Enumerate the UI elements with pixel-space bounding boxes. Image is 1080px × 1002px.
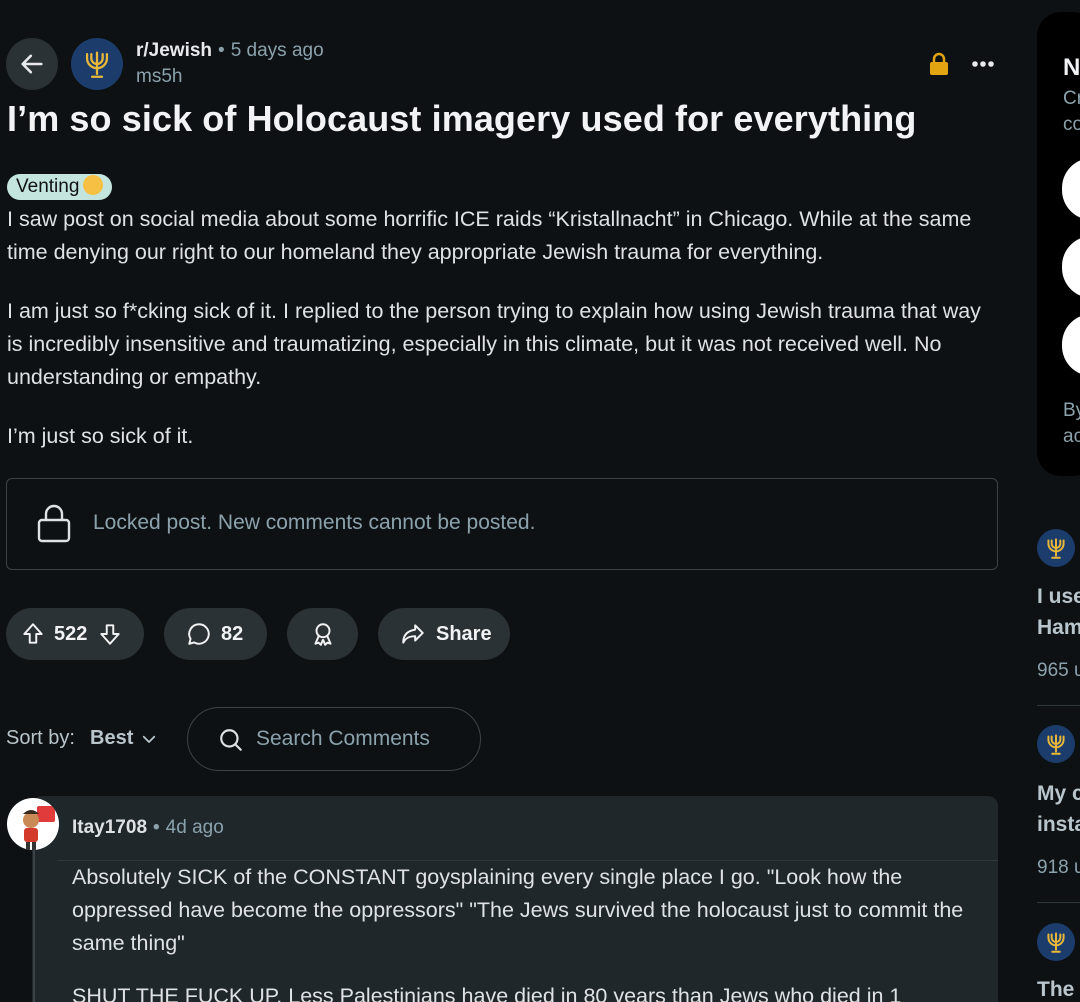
- comment-author: Itay1708 • 4d ago: [72, 817, 224, 838]
- comment-count: 82: [221, 622, 244, 645]
- related-subreddit-avatar[interactable]: [1037, 529, 1075, 567]
- post-title: I’m so sick of Holocaust imagery used fo…: [7, 98, 917, 139]
- sidebar-card-text: ac: [1063, 426, 1080, 447]
- back-arrow-icon: [21, 54, 43, 74]
- sidebar-card-title: N: [1063, 54, 1080, 81]
- more-icon: [972, 61, 994, 67]
- upvote-icon[interactable]: [20, 621, 46, 647]
- sidebar-card-button[interactable]: [1062, 158, 1080, 220]
- menorah-icon: [1047, 932, 1065, 953]
- related-subreddit-avatar[interactable]: [1037, 725, 1075, 763]
- more-options-button[interactable]: [970, 54, 996, 79]
- menorah-icon: [1047, 538, 1065, 559]
- post-time: 5 days ago: [230, 40, 324, 61]
- divider: [1037, 705, 1080, 706]
- locked-message: Locked post. New comments cannot be post…: [93, 511, 536, 534]
- subreddit-meta: r/Jewish • 5 days ago: [136, 40, 324, 61]
- chevron-down-icon[interactable]: [140, 730, 158, 748]
- avatar[interactable]: [7, 798, 59, 850]
- related-subreddit-avatar[interactable]: [1037, 923, 1075, 961]
- angry-face-icon: [83, 175, 104, 195]
- award-icon: [313, 623, 332, 646]
- related-post-title[interactable]: My c: [1037, 779, 1080, 809]
- divider: [1037, 902, 1080, 903]
- search-placeholder: Search Comments: [256, 727, 430, 750]
- sidebar-card-button[interactable]: [1062, 236, 1080, 298]
- menorah-icon: [1047, 734, 1065, 755]
- share-icon: [402, 624, 424, 644]
- search-icon: [220, 729, 242, 751]
- sort-label: Sort by:: [6, 727, 75, 749]
- related-post-title[interactable]: I use: [1037, 582, 1080, 612]
- comments-button[interactable]: 82: [164, 608, 267, 660]
- post-body: I saw post on social media about some ho…: [7, 203, 997, 479]
- related-post-meta: 965 u: [1037, 660, 1080, 681]
- comment-paragraph: SHUT THE FUCK UP. Less Palestinians have…: [72, 984, 902, 1002]
- flair-label: Venting: [16, 176, 80, 197]
- related-post-meta: 918 u: [1037, 857, 1080, 878]
- post-author[interactable]: ms5h: [136, 66, 182, 88]
- post-paragraph: I am just so f*cking sick of it. I repli…: [7, 299, 981, 389]
- post-paragraph: I’m just so sick of it.: [7, 424, 194, 448]
- comment-icon: [188, 623, 210, 645]
- post-flair[interactable]: Venting: [7, 174, 113, 200]
- share-button[interactable]: Share: [378, 608, 510, 660]
- award-button[interactable]: [287, 608, 358, 660]
- sidebar-card: N Cr co By ac: [1037, 12, 1080, 476]
- subreddit-name[interactable]: r/Jewish: [136, 40, 212, 61]
- comment-time: 4d ago: [165, 817, 224, 838]
- back-button[interactable]: [6, 38, 58, 90]
- comment-paragraph: Absolutely SICK of the CONSTANT goysplai…: [72, 865, 964, 955]
- locked-notice: Locked post. New comments cannot be post…: [6, 478, 998, 570]
- related-post-title[interactable]: The: [1037, 975, 1074, 1002]
- sidebar-card-button[interactable]: [1062, 314, 1080, 376]
- downvote-icon[interactable]: [97, 621, 123, 647]
- share-label: Share: [436, 622, 492, 645]
- comment-body: Absolutely SICK of the CONSTANT goysplai…: [72, 861, 992, 1002]
- sort-dropdown[interactable]: Best: [90, 727, 133, 750]
- search-comments-input[interactable]: Search Comments: [187, 707, 481, 771]
- subreddit-avatar[interactable]: [71, 38, 123, 90]
- sidebar-card-text: Cr: [1063, 88, 1080, 109]
- sidebar-card-text: By: [1063, 400, 1080, 421]
- vote-bar: 522: [6, 608, 144, 660]
- vote-count: 522: [54, 622, 88, 645]
- thread-line[interactable]: [33, 850, 35, 1002]
- lock-icon: [928, 52, 950, 81]
- related-post-title[interactable]: Ham: [1037, 613, 1080, 643]
- post-header: r/Jewish • 5 days ago ms5h: [6, 38, 1006, 94]
- menorah-icon: [85, 51, 109, 78]
- sidebar-card-text: co: [1063, 114, 1080, 135]
- lock-outline-icon: [37, 503, 71, 548]
- comment-username[interactable]: Itay1708: [72, 817, 147, 838]
- related-post-title[interactable]: insta: [1037, 810, 1080, 840]
- post-paragraph: I saw post on social media about some ho…: [7, 207, 972, 264]
